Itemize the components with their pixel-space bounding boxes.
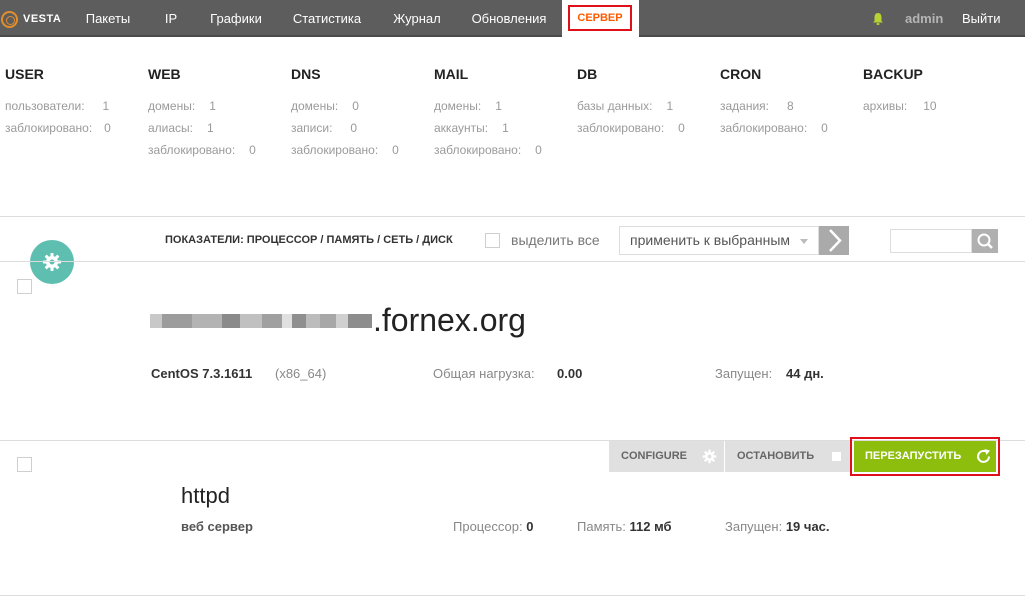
chevron-down-icon <box>800 239 808 244</box>
top-navigation-bar: VESTA Пакеты IP Графики Статистика Журна… <box>0 0 1025 37</box>
nav-item-graphs[interactable]: Графики <box>204 0 268 37</box>
gear-icon <box>43 253 61 271</box>
server-os: CentOS 7.3.1611 <box>151 366 253 381</box>
stat-title[interactable]: USER <box>5 66 111 86</box>
stats-cron: CRON задания: 8 заблокировано: 0 <box>720 66 828 139</box>
stat-title[interactable]: DNS <box>291 66 399 86</box>
metrics-link[interactable]: ПОКАЗАТЕЛИ: ПРОЦЕССОР / ПАМЯТЬ / СЕТЬ / … <box>165 234 453 246</box>
vesta-logo-icon <box>1 10 18 28</box>
stats-backup: BACKUP архивы: 10 <box>863 66 937 117</box>
nav-item-server-label: СЕРВЕР <box>568 5 632 31</box>
stop-label: ОСТАНОВИТЬ <box>737 450 815 462</box>
add-server-settings-button[interactable] <box>30 240 74 284</box>
nav-item-packages[interactable]: Пакеты <box>78 0 138 37</box>
nav-item-server[interactable]: СЕРВЕР <box>562 0 639 37</box>
server-uptime-label: Запущен: <box>715 366 773 381</box>
stats-user: USER пользователи: 1 заблокировано: 0 <box>5 66 111 139</box>
stat-line: заблокировано: 0 <box>5 121 111 135</box>
search-input[interactable] <box>890 229 972 253</box>
bottom-divider <box>0 595 1025 596</box>
stat-line: алиасы: 1 <box>148 121 214 135</box>
stat-title[interactable]: CRON <box>720 66 828 86</box>
restart-button-highlight: ПЕРЕЗАПУСТИТЬ <box>850 437 1000 476</box>
stat-title[interactable]: WEB <box>148 66 256 86</box>
toolbar-divider <box>0 261 1025 262</box>
stat-line: домены: 1 <box>434 99 502 113</box>
stats-db: DB базы данных: 1 заблокировано: 0 <box>577 66 685 139</box>
hostname-suffix: .fornex.org <box>373 302 526 338</box>
stat-line: пользователи: 1 <box>5 99 110 113</box>
service-checkbox[interactable] <box>17 457 32 472</box>
chevron-right-icon <box>829 229 842 252</box>
bell-icon[interactable] <box>872 12 884 26</box>
service-description: веб сервер <box>181 519 253 534</box>
stat-title[interactable]: MAIL <box>434 66 542 86</box>
bulk-action-selected: применить к выбранным <box>630 232 791 248</box>
stat-line: заблокировано: 0 <box>577 121 685 135</box>
stat-line: задания: 8 <box>720 99 794 113</box>
service-memory: Память: 112 мб <box>577 519 672 534</box>
configure-button[interactable]: CONFIGURE <box>609 441 724 472</box>
nav-item-ip[interactable]: IP <box>152 0 190 37</box>
stat-line: заблокировано: 0 <box>291 143 399 157</box>
logo-text: VESTA <box>23 13 62 25</box>
nav-item-statistics[interactable]: Статистика <box>286 0 368 37</box>
stats-web: WEB домены: 1 алиасы: 1 заблокировано: 0 <box>148 66 256 161</box>
nav-item-updates[interactable]: Обновления <box>466 0 552 37</box>
search-button[interactable] <box>972 229 998 253</box>
stat-line: архивы: 10 <box>863 99 937 113</box>
stat-title[interactable]: DB <box>577 66 685 86</box>
restart-button[interactable]: ПЕРЕЗАПУСТИТЬ <box>854 441 996 472</box>
select-all-checkbox[interactable] <box>485 233 500 248</box>
server-checkbox[interactable] <box>17 279 32 294</box>
stat-line: записи: 0 <box>291 121 358 135</box>
server-uptime-value: 44 дн. <box>786 366 824 381</box>
apply-bulk-action-button[interactable] <box>819 226 849 255</box>
stat-line: домены: 1 <box>148 99 216 113</box>
stats-divider <box>0 216 1025 217</box>
select-all-label[interactable]: выделить все <box>511 232 600 248</box>
stat-line: домены: 0 <box>291 99 359 113</box>
stat-line: заблокировано: 0 <box>434 143 542 157</box>
server-arch: (x86_64) <box>275 366 327 381</box>
stat-line: заблокировано: 0 <box>148 143 256 157</box>
bulk-action-select[interactable]: применить к выбранным <box>619 226 819 255</box>
server-load-label: Общая нагрузка: <box>433 366 535 381</box>
stat-line: аккаунты: 1 <box>434 121 509 135</box>
user-link[interactable]: admin <box>905 0 943 38</box>
hostname-redacted <box>150 306 372 336</box>
configure-label: CONFIGURE <box>621 450 687 462</box>
stat-line: заблокировано: 0 <box>720 121 828 135</box>
nav-item-log[interactable]: Журнал <box>386 0 448 37</box>
stat-line: базы данных: 1 <box>577 99 674 113</box>
stat-title[interactable]: BACKUP <box>863 66 937 86</box>
vesta-logo[interactable]: VESTA <box>1 9 61 29</box>
stats-mail: MAIL домены: 1 аккаунты: 1 заблокировано: 0 <box>434 66 542 161</box>
server-load-value: 0.00 <box>557 366 583 381</box>
logout-link[interactable]: Выйти <box>962 0 1001 38</box>
service-uptime: Запущен: 19 час. <box>725 519 830 534</box>
stop-icon <box>832 452 841 461</box>
service-name: httpd <box>181 483 230 508</box>
stats-dns: DNS домены: 0 записи: 0 заблокировано: 0 <box>291 66 399 161</box>
search-icon <box>977 233 993 249</box>
gear-icon <box>702 449 717 464</box>
refresh-icon <box>977 449 990 463</box>
service-cpu: Процессор: 0 <box>453 519 534 534</box>
restart-label: ПЕРЕЗАПУСТИТЬ <box>865 450 962 462</box>
stop-button[interactable]: ОСТАНОВИТЬ <box>725 441 850 472</box>
server-hostname: .fornex.org <box>150 302 526 339</box>
